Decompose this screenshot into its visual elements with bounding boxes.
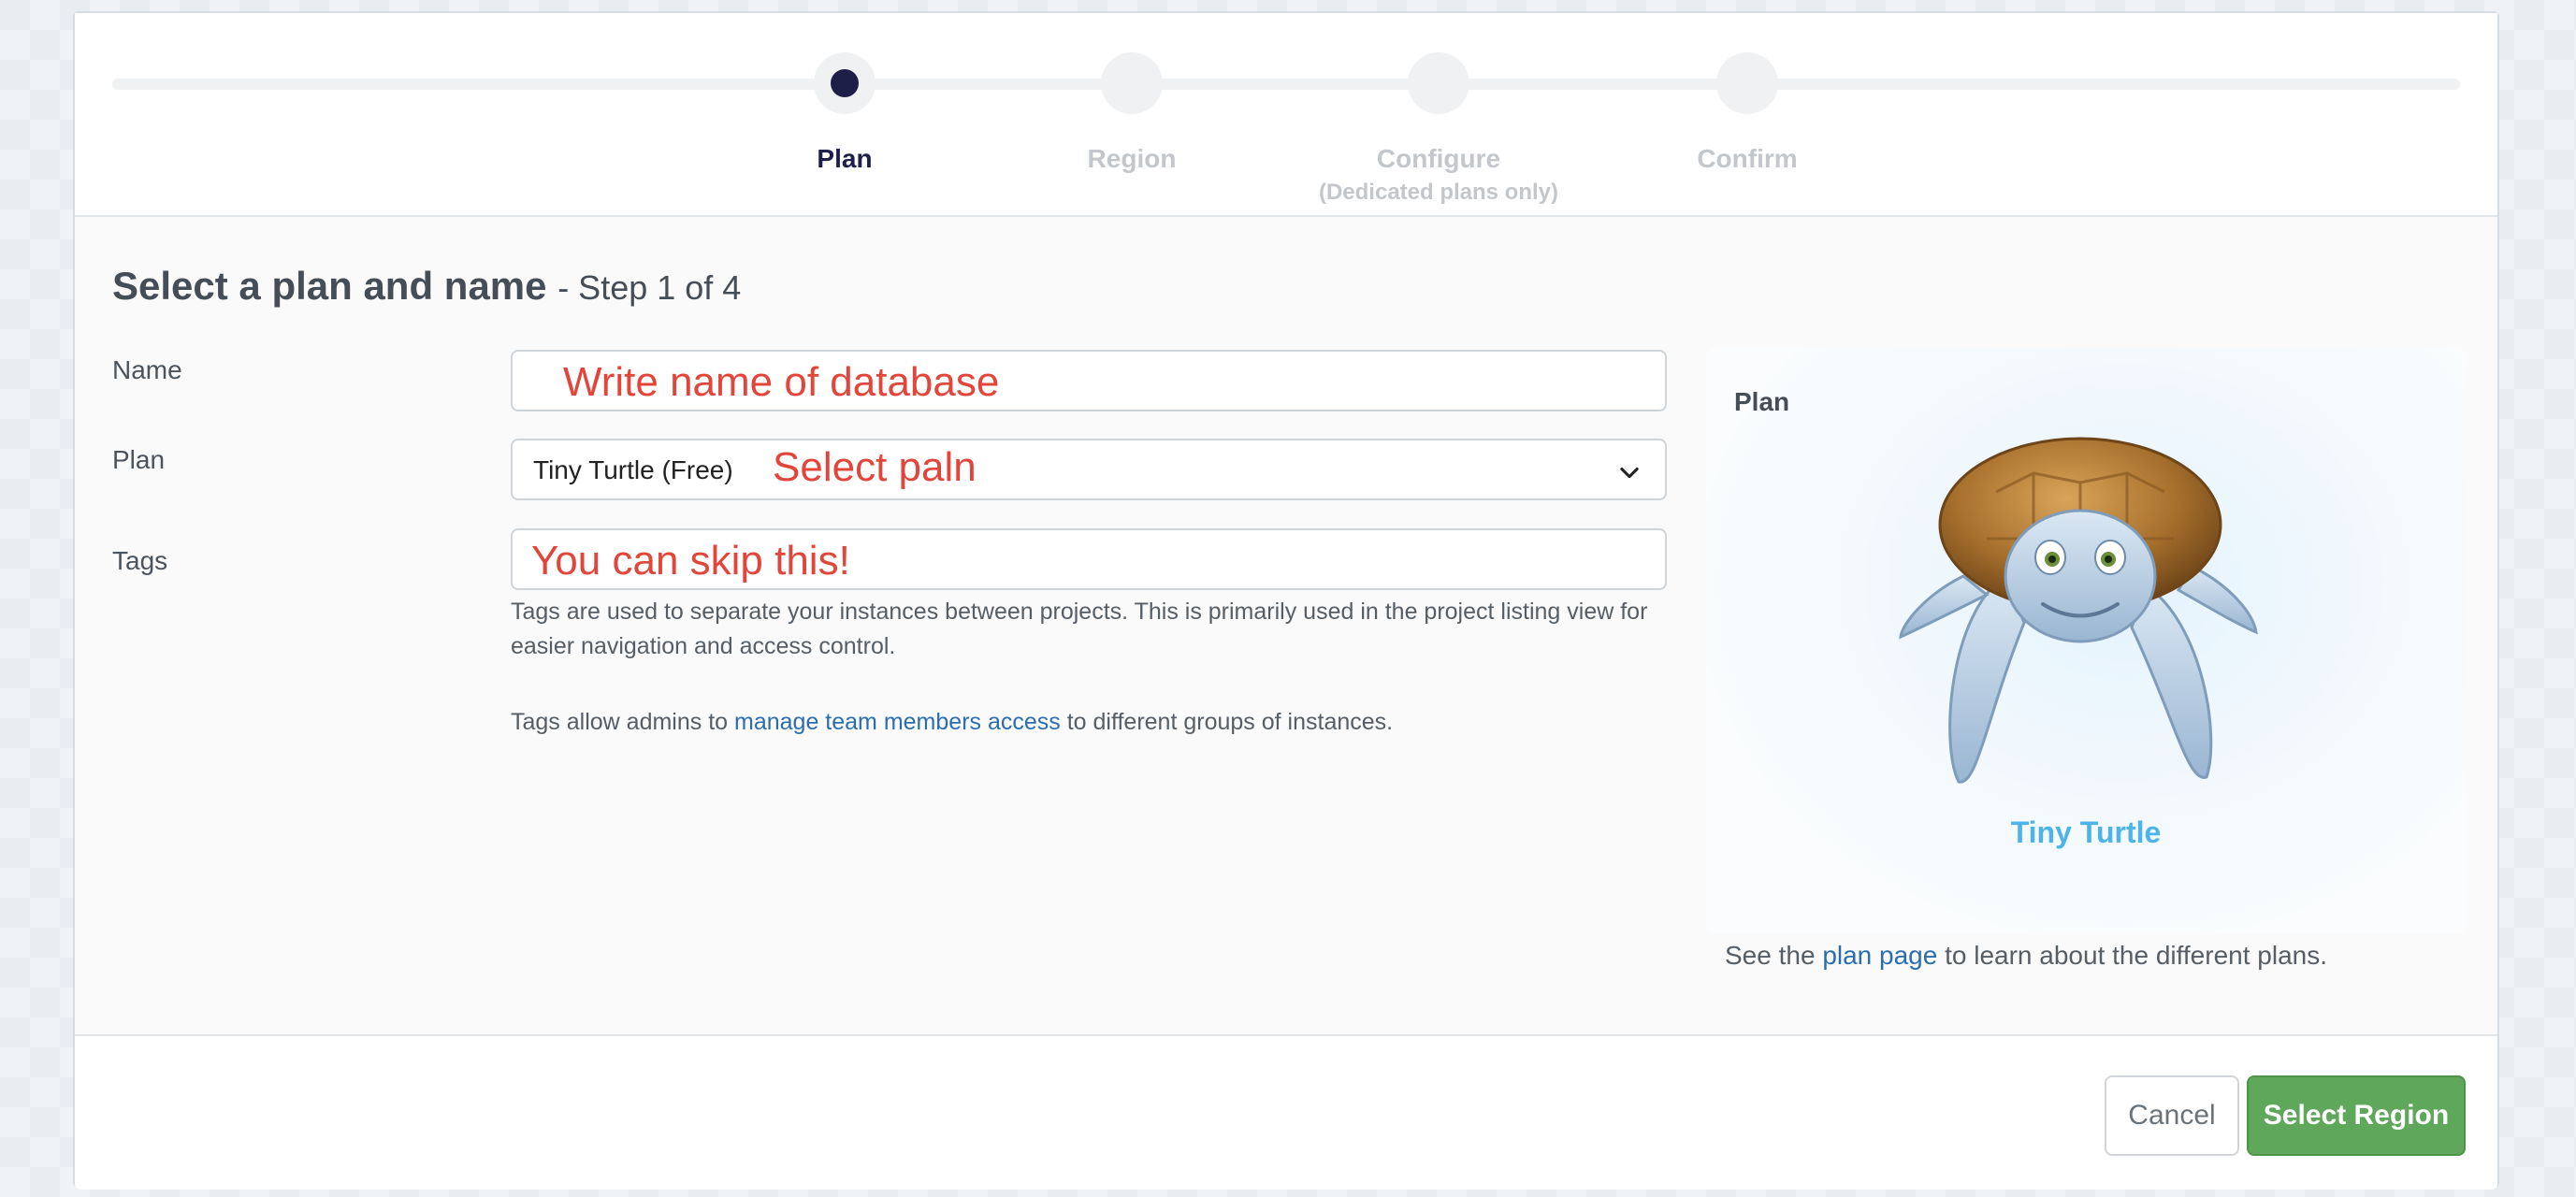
tags-admin-prefix: Tags allow admins to: [511, 709, 729, 735]
select-region-button[interactable]: Select Region: [2247, 1075, 2466, 1156]
plan-preview-panel: Plan Tiny Turtle: [1706, 348, 2466, 933]
tags-admin-suffix: to different groups of instances.: [1066, 709, 1394, 735]
cancel-button[interactable]: Cancel: [2105, 1075, 2239, 1156]
plan-note-prefix: See the: [1725, 941, 1816, 970]
step-indicator: - Step 1 of 4: [557, 268, 742, 307]
turtle-mascot-image: [1899, 437, 2258, 784]
plan-panel-heading: Plan: [1734, 387, 1790, 416]
step-sublabel-configure: (Dedicated plans only): [1318, 180, 1559, 205]
plan-select-value: Tiny Turtle (Free): [533, 455, 733, 484]
name-input[interactable]: Write name of database: [511, 350, 1667, 411]
stepper: Plan Region Configure (Dedicated plans o…: [75, 13, 2497, 217]
manage-team-access-link[interactable]: manage team members access: [734, 709, 1061, 735]
card-footer: Cancel Select Region: [75, 1034, 2497, 1190]
plan-annotation: Select paln: [773, 444, 977, 490]
step-label-confirm: Confirm: [1697, 144, 1798, 173]
create-instance-card: Plan Region Configure (Dedicated plans o…: [73, 11, 2499, 1190]
plan-page-note: See the plan page to learn about the dif…: [1725, 941, 2327, 971]
step-dot-configure: [1408, 52, 1469, 114]
tags-admin-text: Tags allow admins to manage team members…: [511, 705, 1680, 740]
step-dot-plan: [814, 52, 876, 114]
plan-label: Plan: [112, 445, 166, 474]
page-title: Select a plan and name - Step 1 of 4: [112, 264, 741, 309]
name-label: Name: [112, 355, 182, 384]
chevron-down-icon: [1620, 467, 1639, 479]
tags-help-text: Tags are used to separate your instances…: [511, 598, 1648, 659]
step-dot-region: [1101, 52, 1163, 114]
page-title-text: Select a plan and name: [112, 264, 547, 308]
tags-label: Tags: [112, 546, 168, 575]
plan-page-link[interactable]: plan page: [1822, 941, 1937, 970]
step-dot-confirm: [1716, 52, 1778, 114]
tags-input[interactable]: You can skip this!: [511, 528, 1667, 590]
name-annotation: Write name of database: [563, 359, 1000, 405]
plan-select[interactable]: Tiny Turtle (Free) Select paln: [511, 439, 1667, 500]
stepper-track: [112, 79, 2460, 90]
plan-note-suffix: to learn about the different plans.: [1945, 941, 2327, 970]
plan-name: Tiny Turtle: [2010, 815, 2162, 849]
tags-annotation: You can skip this!: [531, 538, 850, 584]
